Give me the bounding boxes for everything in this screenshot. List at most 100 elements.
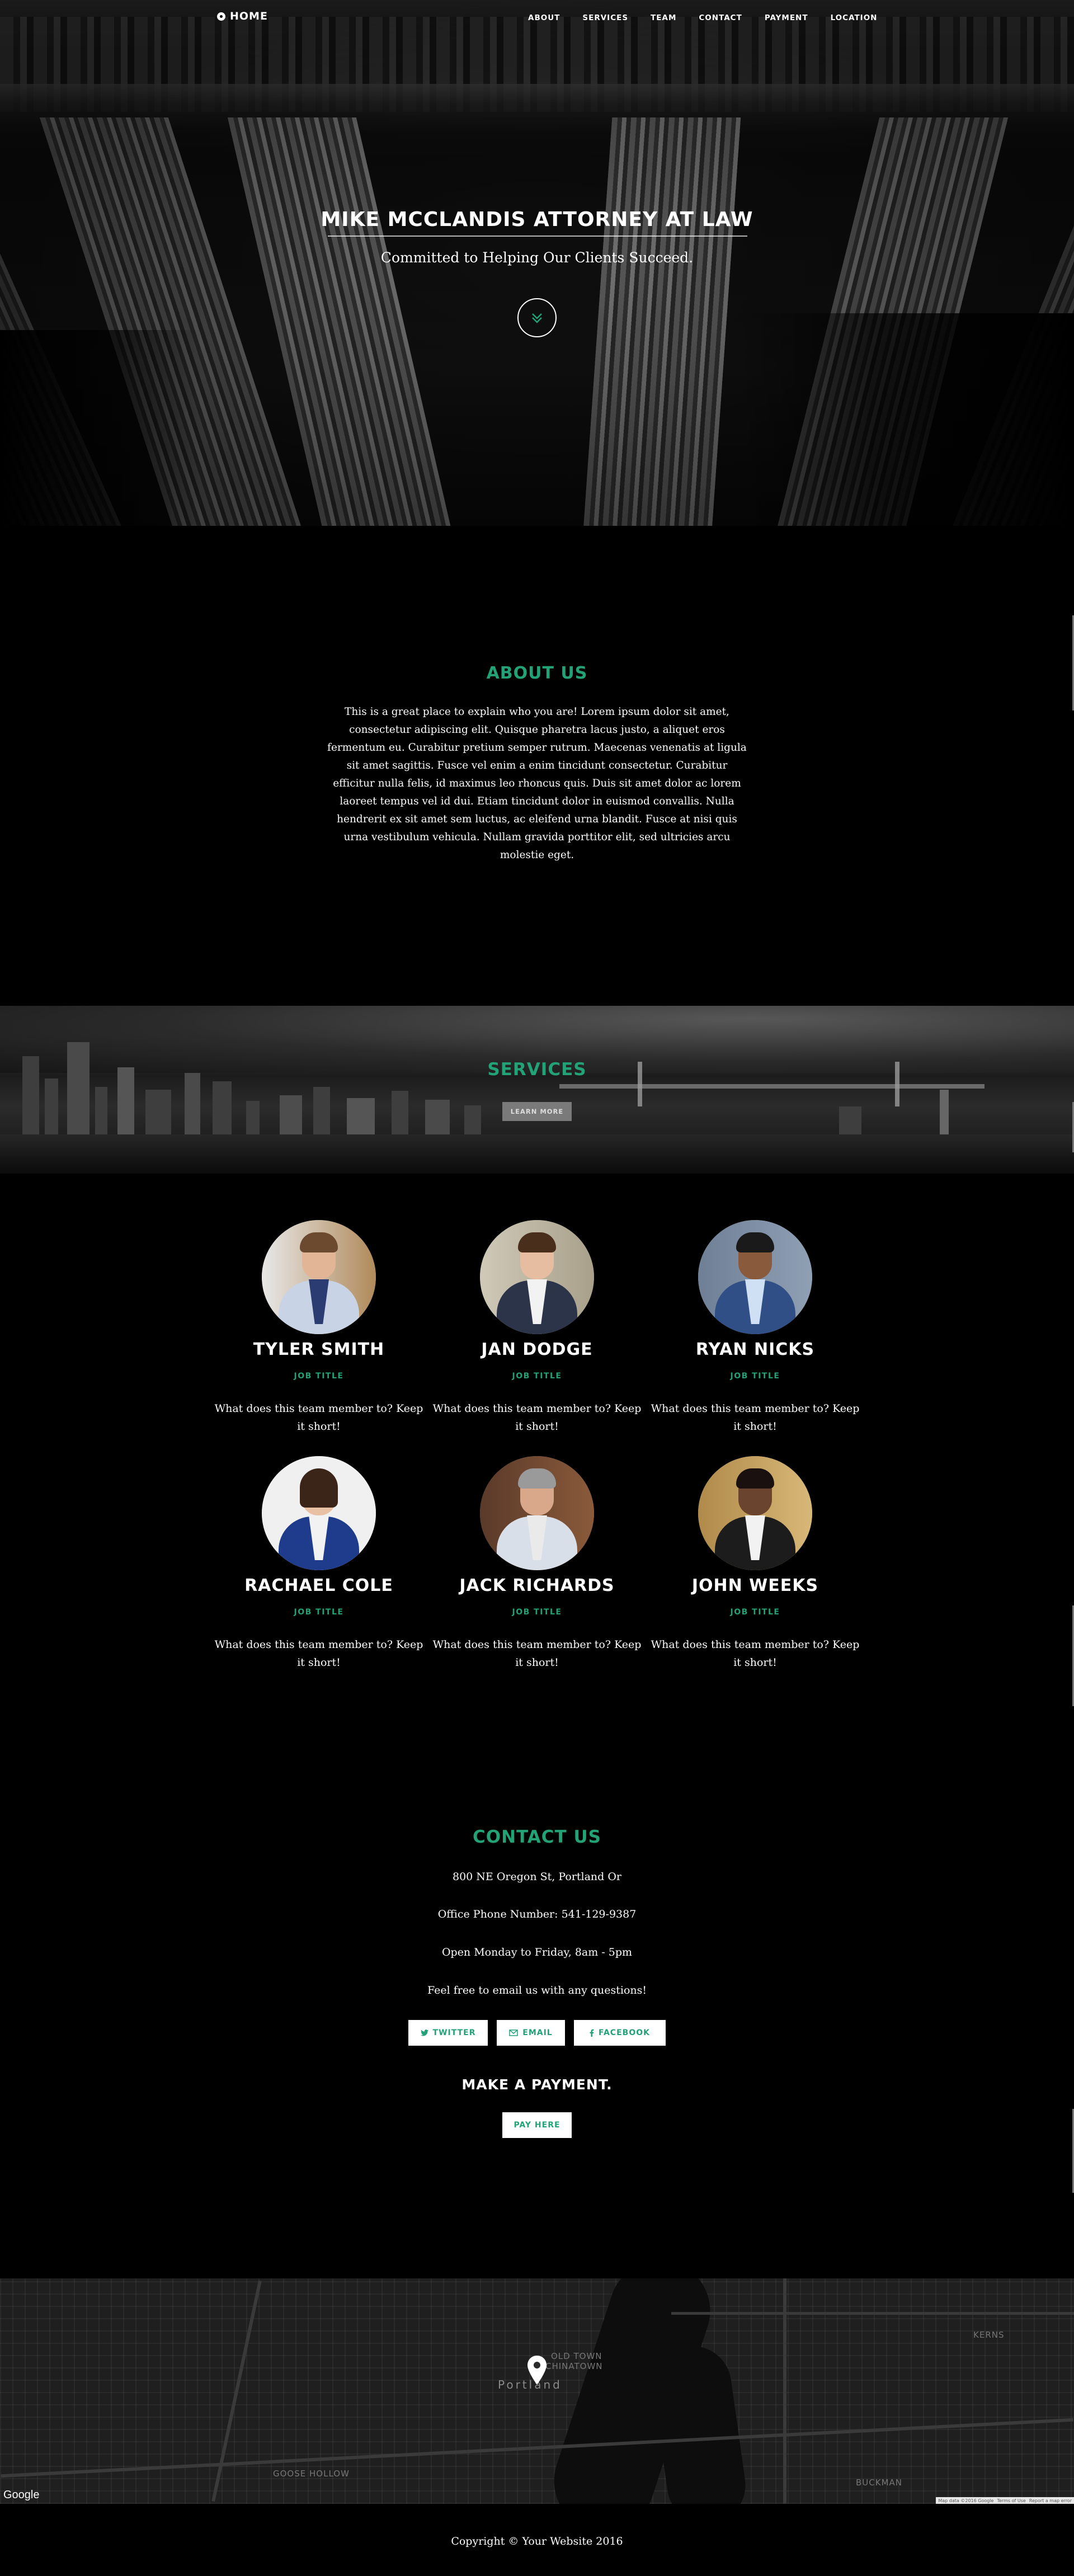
email-button[interactable]: EMAIL <box>497 2020 565 2046</box>
avatar-hair <box>518 1232 556 1252</box>
building <box>45 1079 58 1140</box>
avatar-hair <box>300 1232 338 1252</box>
map-data-notice: Map data ©2016 Google <box>938 2498 994 2503</box>
envelope-icon <box>509 2029 519 2036</box>
nav-item-payment[interactable]: PAYMENT <box>765 13 808 22</box>
nav-item-location[interactable]: LOCATION <box>831 13 878 22</box>
avatar <box>480 1220 594 1334</box>
map-attribution: Map data ©2016 Google Terms of Use Repor… <box>936 2497 1074 2504</box>
member-job-title: JOB TITLE <box>512 1608 562 1617</box>
double-chevron-down-icon <box>532 313 542 323</box>
member-job-title: JOB TITLE <box>294 1372 344 1381</box>
team-member: JACK RICHARDS JOB TITLE What does this t… <box>431 1456 643 1671</box>
avatar <box>698 1220 812 1334</box>
member-description: What does this team member to? Keep it s… <box>432 1402 642 1433</box>
avatar-hair <box>300 1468 338 1508</box>
learn-more-button[interactable]: LEARN MORE <box>502 1102 572 1121</box>
member-job-title: JOB TITLE <box>730 1608 780 1617</box>
member-name: TYLER SMITH <box>253 1340 385 1359</box>
building <box>392 1091 408 1140</box>
email-label: EMAIL <box>522 2028 553 2037</box>
avatar-hair <box>736 1468 774 1489</box>
avatar-hair <box>518 1468 556 1489</box>
pay-here-button[interactable]: PAY HERE <box>502 2112 572 2138</box>
building <box>185 1073 200 1140</box>
member-name: JACK RICHARDS <box>459 1576 615 1595</box>
building <box>145 1090 171 1140</box>
facebook-label: FACEBOOK <box>599 2028 650 2037</box>
hero-divider <box>328 236 747 237</box>
member-job-title: JOB TITLE <box>294 1608 344 1617</box>
about-title: ABOUT US <box>486 663 588 683</box>
location-map[interactable]: OLD TOWN CHINATOWN GOOSE HOLLOW BUCKMAN … <box>0 2278 1074 2504</box>
member-name: JAN DODGE <box>481 1340 593 1359</box>
services-title: SERVICES <box>487 1059 587 1080</box>
contact-email-note: Feel free to email us with any questions… <box>427 1984 647 1996</box>
twitter-button[interactable]: TWITTER <box>408 2020 488 2046</box>
river <box>0 1134 1074 1174</box>
twitter-label: TWITTER <box>432 2028 476 2037</box>
avatar <box>480 1456 594 1570</box>
copyright-text: Copyright © Your Website 2016 <box>451 2535 623 2547</box>
avatar-hair <box>736 1232 774 1252</box>
member-description: What does this team member to? Keep it s… <box>214 1638 423 1669</box>
scroll-down-button[interactable] <box>517 298 557 337</box>
avatar <box>698 1456 812 1570</box>
nav-item-services[interactable]: SERVICES <box>582 13 628 22</box>
nav-item-about[interactable]: ABOUT <box>528 13 560 22</box>
member-description: What does this team member to? Keep it s… <box>214 1402 423 1433</box>
facebook-button[interactable]: FACEBOOK <box>574 2020 666 2046</box>
map-report-link[interactable]: Report a map error <box>1029 2498 1072 2503</box>
map-highway <box>671 2312 1074 2315</box>
contact-address: 800 NE Oregon St, Portland Or <box>452 1871 622 1883</box>
twitter-icon <box>420 2029 428 2036</box>
social-buttons: TWITTER EMAIL FACEBOOK <box>0 2020 1074 2046</box>
nav-item-contact[interactable]: CONTACT <box>699 13 742 22</box>
google-logo: Google <box>3 2489 40 2501</box>
building <box>313 1087 330 1140</box>
member-job-title: JOB TITLE <box>512 1372 562 1381</box>
contact-hours: Open Monday to Friday, 8am - 5pm <box>441 1946 633 1958</box>
contact-phone: Office Phone Number: 541-129-9387 <box>437 1908 637 1920</box>
facebook-icon <box>590 2029 594 2037</box>
building <box>67 1042 90 1140</box>
services-section: SERVICES LEARN MORE <box>0 1006 1074 1174</box>
map-label-goose-hollow: GOOSE HOLLOW <box>273 2469 350 2479</box>
team-member: RACHAEL COLE JOB TITLE What does this te… <box>213 1456 425 1671</box>
member-name: RYAN NICKS <box>695 1340 815 1359</box>
member-description: What does this team member to? Keep it s… <box>651 1402 860 1433</box>
building <box>280 1095 302 1140</box>
team-member: JOHN WEEKS JOB TITLE What does this team… <box>649 1456 861 1671</box>
home-label: HOME <box>230 10 268 22</box>
footer: Copyright © Your Website 2016 <box>0 2504 1074 2576</box>
top-navigation: HOME ABOUT SERVICES TEAM CONTACT PAYMENT… <box>0 0 1074 35</box>
map-pin-icon[interactable] <box>526 2354 548 2388</box>
map-terms-link[interactable]: Terms of Use <box>997 2498 1025 2503</box>
hero-section: MIKE MCCLANDIS ATTORNEY AT LAW Committed… <box>0 0 1074 526</box>
member-name: RACHAEL COLE <box>244 1576 393 1595</box>
member-description: What does this team member to? Keep it s… <box>432 1638 642 1669</box>
nav-item-team[interactable]: TEAM <box>651 13 676 22</box>
team-member: JAN DODGE JOB TITLE What does this team … <box>431 1220 643 1435</box>
map-label-chinatown: CHINATOWN <box>545 2361 603 2371</box>
avatar <box>262 1456 376 1570</box>
member-description: What does this team member to? Keep it s… <box>651 1638 860 1669</box>
building <box>347 1098 375 1140</box>
building <box>213 1081 232 1140</box>
hero-shadow-left <box>0 330 201 526</box>
map-label-old-town: OLD TOWN <box>551 2351 602 2361</box>
avatar <box>262 1220 376 1334</box>
home-link[interactable]: HOME <box>217 10 268 22</box>
hero-shadow-right <box>738 313 1074 526</box>
map-label-buckman: BUCKMAN <box>856 2478 903 2488</box>
hero-title: MIKE MCCLANDIS ATTORNEY AT LAW <box>321 208 753 231</box>
team-member: TYLER SMITH JOB TITLE What does this tea… <box>213 1220 425 1435</box>
member-job-title: JOB TITLE <box>730 1372 780 1381</box>
about-text: This is a great place to explain who you… <box>327 706 747 861</box>
bridge-deck <box>559 1084 984 1089</box>
payment-title: MAKE A PAYMENT. <box>461 2076 613 2093</box>
member-name: JOHN WEEKS <box>691 1576 819 1595</box>
contact-title: CONTACT US <box>473 1827 601 1847</box>
building <box>95 1087 107 1140</box>
map-label-kerns: KERNS <box>973 2330 1005 2340</box>
